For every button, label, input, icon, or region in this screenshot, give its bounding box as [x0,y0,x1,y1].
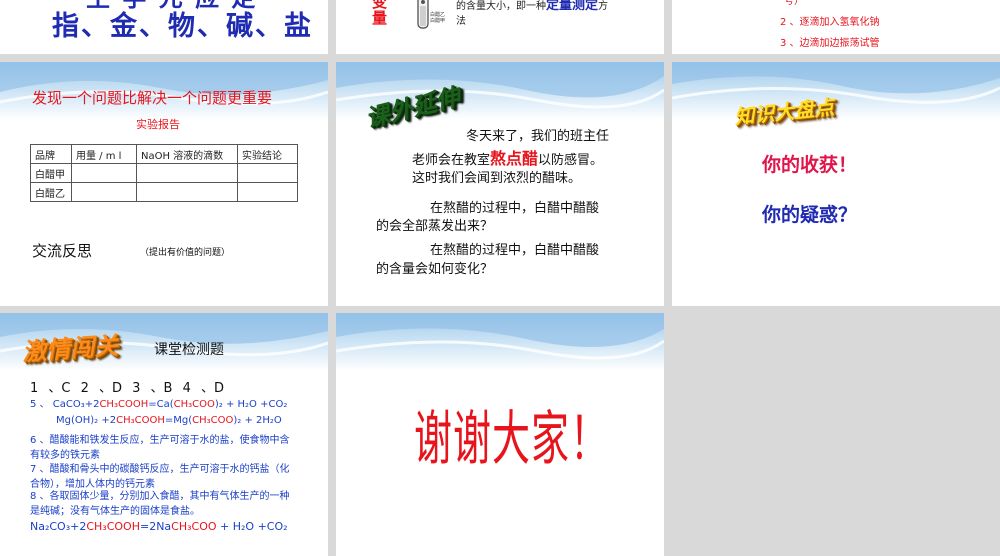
slide-thumbnail-4[interactable]: 发现一个问题比解决一个问题更重要 实验报告 品牌 用量 / m l NaOH 溶… [0,62,328,306]
slide3-line1: 2 、逐滴加入氢氧化钠 [780,17,880,28]
eq-part: )₂ + H₂O +CO₂ [214,399,288,410]
beaker-label: 白醋乙 白醋甲 [430,12,446,24]
table-cell: 白醋乙 [30,182,72,202]
table-cell [136,163,238,183]
slide5-p1-line2: 老师会在教室熬点醋以防感冒。 [412,150,603,169]
eq-part: =2Na [139,520,172,533]
slide2-text-line1: 的含量大小，即一种 [456,1,546,12]
slide-thumbnail-1[interactable]: 主 学 元 应 定 指、金、物、碱、盐 [0,0,328,54]
slide2-text: 的含量大小，即一种定量测定方 法 [456,0,608,29]
eq-part: =Mg( [164,415,193,426]
slide7-q5b: Mg(OH)₂ +2CH₃COOH=Mg(CH₃COO)₂ + 2H₂O [56,415,282,426]
table-cell [71,182,137,202]
slide5-p3-line2: 的含量会如何变化？ [376,262,494,277]
slide8-thanks: 谢谢大家！ [414,404,610,474]
slide5-p1-line2a: 老师会在教室 [412,153,491,168]
wave-banner [672,62,1000,120]
slide7-q5: 5 、 CaCO₃+2CH₃COOH=Ca(CH₃COO)₂ + H₂O +CO… [30,395,287,410]
table-row: 白醋甲 [30,163,298,183]
slide5-p2-line1: 在熬醋的过程中，白醋中醋酸 [430,201,600,216]
slide3-line2: 3 、边滴加边振荡试管 [780,38,880,49]
slide6-line2: 你的疑惑？ [762,204,858,226]
slide2-variable-label: 变 量 [372,0,388,27]
slide7-q7: 7 、醋酸和骨头中的碳酸钙反应，生产可溶于水的钙盐（化 合物），增加人体内的钙元… [30,464,290,490]
slide7-title: 课堂检测题 [154,342,224,358]
slide-thumbnail-2[interactable]: 变 量 白醋乙 白醋甲 的含量大小，即一种定量测定方 法 [336,0,664,54]
eq-part: CaCO₃+2 [52,399,100,410]
eq-part: + H₂O +CO₂ [216,520,288,533]
slide5-p1-line1: 冬天来了，我们的班主任 [466,129,610,144]
slide-thumbnail-7[interactable]: 激情闯关 课堂检测题 1 、C 2 、D 3 、B 4 、D 5 、 CaCO₃… [0,313,328,556]
beaker-image: 白醋乙 白醋甲 [414,0,454,34]
eq-part: =Ca( [148,399,174,410]
eq-part-red: CH₃COOH [86,520,140,533]
eq-part-red: CH₃COO [171,520,217,533]
table-cell [71,163,137,183]
slide2-text-tail: 方 [598,1,609,12]
q5-label: 5 、 [30,399,50,410]
slide-thumbnail-6[interactable]: 知识大盘点 你的收获！ 你的疑惑？ [672,62,1000,306]
table-header-row: 品牌 用量 / m l NaOH 溶液的滴数 实验结论 [30,144,298,164]
table-row: 白醋乙 [30,182,298,202]
slide3-line0: 号） [784,0,804,7]
table-cell [237,182,298,202]
table-header-cell: 实验结论 [237,144,298,164]
slide7-stamp: 激情闯关 [21,330,120,367]
table-cell [237,163,298,183]
slide6-line1: 你的收获！ [762,154,858,176]
slide5-p1-line3: 这时我们会闻到浓烈的醋味。 [412,171,582,186]
slide5-p1-line2b: 以防感冒。 [538,153,604,168]
slide7-answers: 1 、C 2 、D 3 、B 4 、D [30,381,225,396]
slide2-text-line2: 法 [456,16,466,27]
experiment-report-table: 品牌 用量 / m l NaOH 溶液的滴数 实验结论 白醋甲 白醋乙 [30,144,298,202]
eq-part-red: CH₃COOH [116,415,165,426]
eq-part: Na₂CO₃+2 [30,520,87,533]
slide5-highlight: 熬点醋 [490,149,539,168]
slide7-q6: 6 、醋酸能和铁发生反应，生产可溶于水的盐，使食物中含 有较多的铁元素 [30,435,290,461]
slide-thumbnail-3[interactable]: 号） 2 、逐滴加入氢氧化钠 3 、边滴加边振荡试管 [672,0,1000,54]
table-header-cell: 用量 / m l [71,144,137,164]
slide2-highlight: 定量测定 [546,0,599,13]
slide4-reflect-note: （提出有价值的问题） [140,248,231,258]
slide7-q8-equation: Na₂CO₃+2CH₃COOH=2NaCH₃COO + H₂O +CO₂ [30,520,288,533]
slide-sorter-grid: 主 学 元 应 定 指、金、物、碱、盐 变 量 白醋乙 白醋甲 的含量大小，即一… [0,0,1000,556]
table-header-cell: 品牌 [30,144,72,164]
wave-banner [336,313,664,371]
slide4-subtitle: 实验报告 [136,118,180,131]
slide-thumbnail-8[interactable]: 谢谢大家！ [336,313,664,556]
eq-part-red: CH₃COO [173,399,215,410]
slide5-p3-line1: 在熬醋的过程中，白醋中醋酸 [430,243,600,258]
eq-part-red: CH₃COOH [99,399,149,410]
table-cell: 白醋甲 [30,163,72,183]
slide4-title: 发现一个问题比解决一个问题更重要 [32,89,273,107]
slide4-reflect: 交流反思 [32,242,93,260]
slide7-q8: 8 、各取固体少量，分别加入食醋，其中有气体生产的一种 是纯碱；没有气体生产的固… [30,491,290,517]
slide-thumbnail-5[interactable]: 课外延伸 冬天来了，我们的班主任 老师会在教室熬点醋以防感冒。 这时我们会闻到浓… [336,62,664,306]
eq-part-red: CH₃COO [192,415,234,426]
table-cell [136,182,238,202]
table-header-cell: NaOH 溶液的滴数 [136,144,238,164]
eq-part: )₂ + 2H₂O [233,415,282,426]
slide1-subtitle: 指、金、物、碱、盐 [52,11,313,42]
slide5-p2-line2: 的会全部蒸发出来？ [376,219,494,234]
eq-part: Mg(OH)₂ +2 [56,415,117,426]
